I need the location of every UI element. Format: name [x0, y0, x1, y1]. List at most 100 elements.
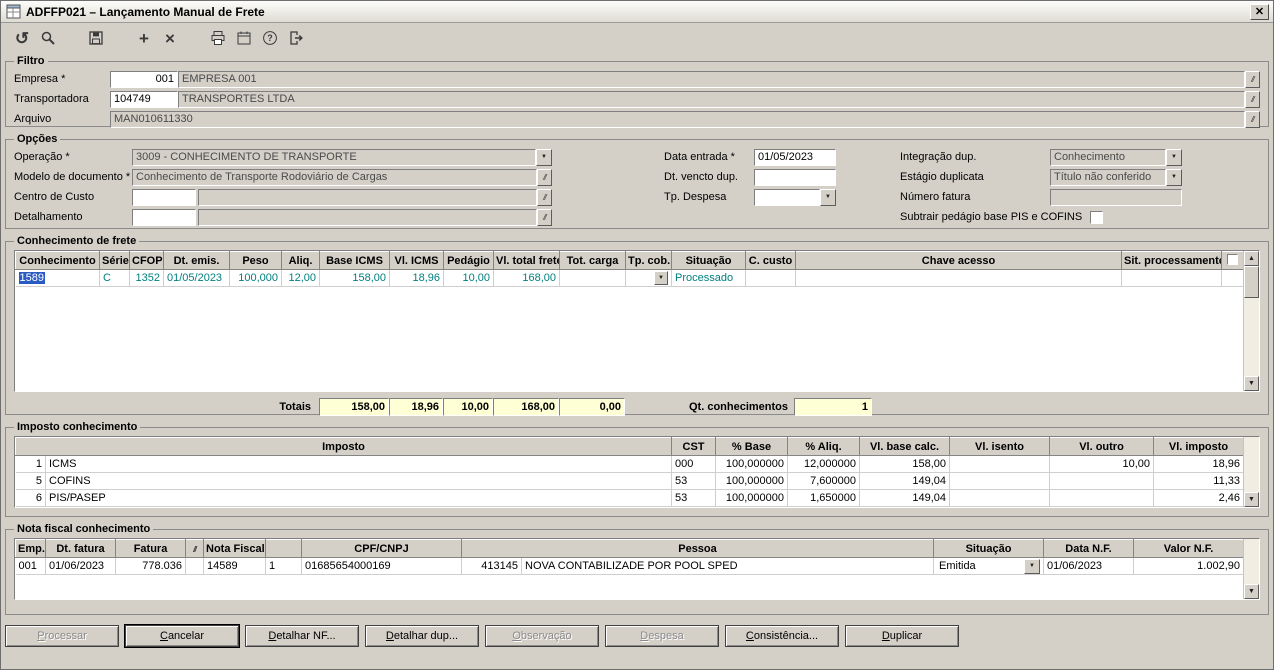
pct-aliq-cell[interactable]: 7,600000 [787, 472, 860, 490]
serie-cell[interactable]: C [99, 269, 130, 287]
col-vl-base-calc[interactable]: Vl. base calc. [859, 437, 950, 456]
pct-aliq-cell[interactable]: 12,000000 [787, 455, 860, 473]
vl-outro-cell[interactable] [1049, 472, 1154, 490]
col-vl-imposto[interactable]: Vl. imposto [1153, 437, 1244, 456]
modelo-zoom-button[interactable]: // [537, 168, 552, 186]
close-button[interactable]: ✕ [1250, 3, 1269, 20]
imposto-code-cell[interactable]: 1 [15, 455, 46, 473]
pedagio-cell[interactable]: 10,00 [443, 269, 494, 287]
imposto-name-cell[interactable]: PIS/PASEP [45, 489, 672, 507]
select-all-checkbox[interactable] [1227, 253, 1238, 265]
observacao-button[interactable]: Observação [485, 625, 599, 647]
col-peso[interactable]: Peso [229, 251, 282, 270]
arquivo-zoom-button[interactable]: // [1245, 110, 1260, 128]
col-cpf-cnpj[interactable]: CPF/CNPJ [301, 539, 462, 558]
cst-cell[interactable]: 53 [671, 472, 716, 490]
chevron-down-icon[interactable]: ▼ [1166, 168, 1182, 186]
imposto-scrollbar[interactable]: ▼ [1243, 437, 1259, 507]
table-row[interactable]: 001 01/06/2023 778.036 14589 1 016856540… [15, 557, 1244, 575]
pessoa-code-cell[interactable]: 413145 [461, 557, 522, 575]
emp-cell[interactable]: 001 [15, 557, 46, 575]
pct-aliq-cell[interactable]: 1,650000 [787, 489, 860, 507]
pessoa-name-cell[interactable]: NOVA CONTABILIZADE POR POOL SPED [521, 557, 934, 575]
consistencia-button[interactable]: Consistência... [725, 625, 839, 647]
chevron-down-icon[interactable]: ▼ [820, 188, 836, 206]
cancelar-button[interactable]: Cancelar [124, 624, 240, 648]
col-fatura[interactable]: Fatura [115, 539, 186, 558]
col-tot-carga[interactable]: Tot. carga [559, 251, 626, 270]
search-button[interactable] [35, 26, 61, 50]
scroll-thumb[interactable] [1244, 266, 1259, 298]
data-entrada-input[interactable]: 01/05/2023 [754, 148, 836, 166]
situacao-cell[interactable]: Processado [671, 269, 746, 287]
imposto-name-cell[interactable]: COFINS [45, 472, 672, 490]
vl-total-frete-cell[interactable]: 168,00 [493, 269, 560, 287]
centro-custo-zoom-button[interactable]: // [537, 188, 552, 206]
tot-carga-cell[interactable] [559, 269, 626, 287]
vl-base-calc-cell[interactable]: 158,00 [859, 455, 950, 473]
col-serie[interactable]: Série [99, 251, 130, 270]
detalhamento-input[interactable] [132, 208, 196, 226]
aliq-cell[interactable]: 12,00 [281, 269, 320, 287]
col-sit-processamento[interactable]: Sit. processamento [1121, 251, 1222, 270]
c-custo-cell[interactable] [745, 269, 796, 287]
col-data-nf[interactable]: Data N.F. [1043, 539, 1134, 558]
delete-button[interactable]: × [157, 26, 183, 50]
col-situacao[interactable]: Situação [671, 251, 746, 270]
calendar-button[interactable] [231, 26, 257, 50]
cpf-cnpj-cell[interactable]: 01685654000169 [301, 557, 462, 575]
vl-imposto-cell[interactable]: 11,33 [1153, 472, 1244, 490]
col-imposto[interactable]: Imposto [15, 437, 672, 456]
valor-nf-cell[interactable]: 1.002,90 [1133, 557, 1244, 575]
imposto-code-cell[interactable]: 6 [15, 489, 46, 507]
vl-isento-cell[interactable] [949, 489, 1050, 507]
refresh-button[interactable]: ↺ [9, 26, 35, 50]
cst-cell[interactable]: 000 [671, 455, 716, 473]
chevron-down-icon[interactable]: ▼ [654, 271, 668, 285]
col-vl-icms[interactable]: Vl. ICMS [389, 251, 444, 270]
detalhar-dup-button[interactable]: Detalhar dup... [365, 625, 479, 647]
detalhamento-zoom-button[interactable]: // [537, 208, 552, 226]
dt-fatura-cell[interactable]: 01/06/2023 [45, 557, 116, 575]
print-button[interactable] [205, 26, 231, 50]
add-button[interactable]: + [131, 26, 157, 50]
transportadora-zoom-button[interactable]: // [1245, 90, 1260, 108]
scroll-down-icon[interactable]: ▼ [1244, 584, 1259, 599]
scroll-up-icon[interactable]: ▲ [1244, 251, 1259, 266]
col-conhecimento[interactable]: Conhecimento [15, 251, 100, 270]
col-situacao-nf[interactable]: Situação [933, 539, 1044, 558]
operacao-dropdown[interactable]: 3009 - CONHECIMENTO DE TRANSPORTE ▼ [132, 148, 552, 166]
col-aliq[interactable]: Aliq. [281, 251, 320, 270]
col-valor-nf[interactable]: Valor N.F. [1133, 539, 1244, 558]
cst-cell[interactable]: 53 [671, 489, 716, 507]
vl-icms-cell[interactable]: 18,96 [389, 269, 444, 287]
col-dt-emis[interactable]: Dt. emis. [163, 251, 230, 270]
col-c-custo[interactable]: C. custo [745, 251, 796, 270]
col-tp-cob[interactable]: Tp. cob. [625, 251, 672, 270]
vl-isento-cell[interactable] [949, 455, 1050, 473]
empresa-code-input[interactable]: 001 [110, 70, 178, 88]
col-fatura-zoom[interactable]: // [185, 539, 204, 558]
situacao-dropdown[interactable]: Emitida ▼ [937, 558, 1040, 574]
chevron-down-icon[interactable]: ▼ [536, 148, 552, 166]
col-serie-nf[interactable] [265, 539, 302, 558]
frete-scrollbar[interactable]: ▲ ▼ [1243, 251, 1259, 391]
col-vl-outro[interactable]: Vl. outro [1049, 437, 1154, 456]
conhecimento-cell-selected[interactable]: 1589 [18, 272, 45, 284]
col-select-all[interactable] [1221, 251, 1244, 270]
sit-processamento-cell[interactable] [1121, 269, 1222, 287]
col-chave-acesso[interactable]: Chave acesso [795, 251, 1122, 270]
processar-button[interactable]: Processar [5, 625, 119, 647]
imposto-name-cell[interactable]: ICMS [45, 455, 672, 473]
col-cfop[interactable]: CFOP [129, 251, 164, 270]
vl-base-calc-cell[interactable]: 149,04 [859, 489, 950, 507]
vl-outro-cell[interactable] [1049, 489, 1154, 507]
vl-outro-cell[interactable]: 10,00 [1049, 455, 1154, 473]
pct-base-cell[interactable]: 100,000000 [715, 472, 788, 490]
tp-cob-cell[interactable]: ▼ [625, 269, 672, 287]
detalhar-nf-button[interactable]: Detalhar NF... [245, 625, 359, 647]
pct-base-cell[interactable]: 100,000000 [715, 489, 788, 507]
save-button[interactable] [83, 26, 109, 50]
tp-despesa-dropdown[interactable]: ▼ [754, 188, 836, 206]
col-cst[interactable]: CST [671, 437, 716, 456]
